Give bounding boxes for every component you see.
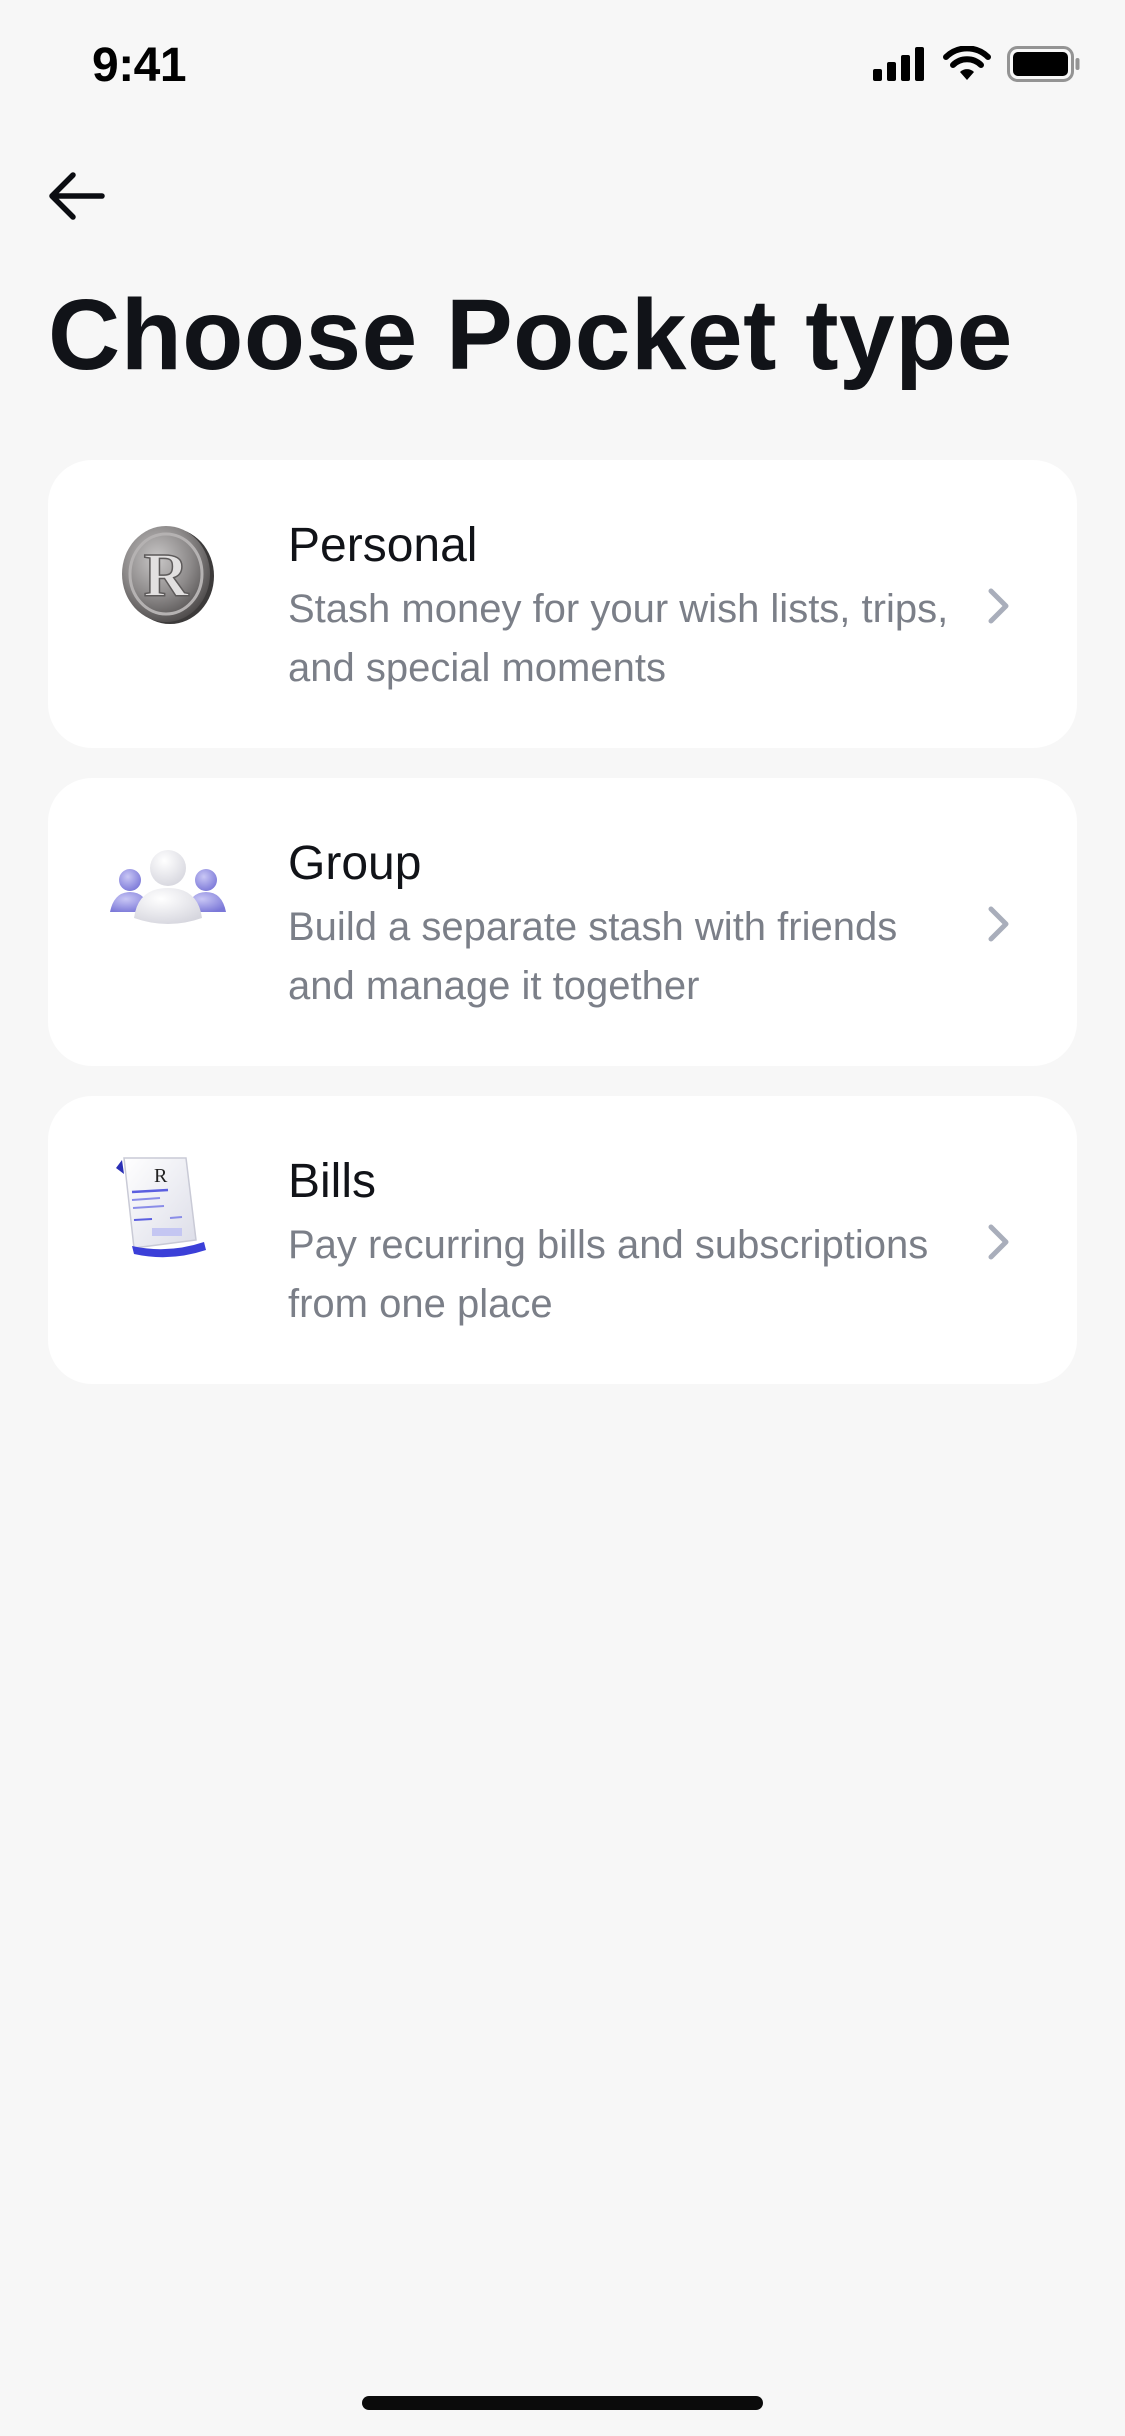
svg-text:R: R <box>154 1165 168 1187</box>
option-title: Group <box>288 837 422 890</box>
battery-icon <box>1007 46 1080 82</box>
arrow-left-icon <box>49 172 105 220</box>
cellular-signal-icon <box>873 47 924 81</box>
chevron-right-icon <box>988 588 1009 624</box>
home-indicator[interactable] <box>362 2396 763 2410</box>
option-description: Pay recurring bills and subscriptions fr… <box>288 1223 929 1326</box>
back-button[interactable] <box>40 160 112 232</box>
status-time: 9:41 <box>92 39 187 92</box>
bill-receipt-icon: R <box>108 1150 228 1270</box>
status-icons <box>873 46 1081 82</box>
page-title: Choose Pocket type <box>48 279 1013 391</box>
option-title: Bills <box>288 1155 377 1208</box>
option-card-group[interactable]: Group Build a separate stash with friend… <box>48 778 1077 1066</box>
option-description: Stash money for your wish lists, trips, … <box>288 587 949 690</box>
group-people-icon <box>108 832 228 952</box>
option-card-bills[interactable]: R Bills Pay recurring bills and subscrip… <box>48 1096 1077 1384</box>
chevron-right-icon <box>988 906 1009 942</box>
option-title: Personal <box>288 519 478 572</box>
chevron-right-icon <box>988 1224 1009 1260</box>
wifi-icon <box>943 46 991 80</box>
revolut-coin-icon: R <box>108 514 228 634</box>
svg-text:R: R <box>144 542 190 610</box>
status-bar: 9:41 <box>0 0 1125 140</box>
option-card-personal[interactable]: R Personal Stash money for your wish lis… <box>48 460 1077 748</box>
option-description: Build a separate stash with friends and … <box>288 905 898 1008</box>
